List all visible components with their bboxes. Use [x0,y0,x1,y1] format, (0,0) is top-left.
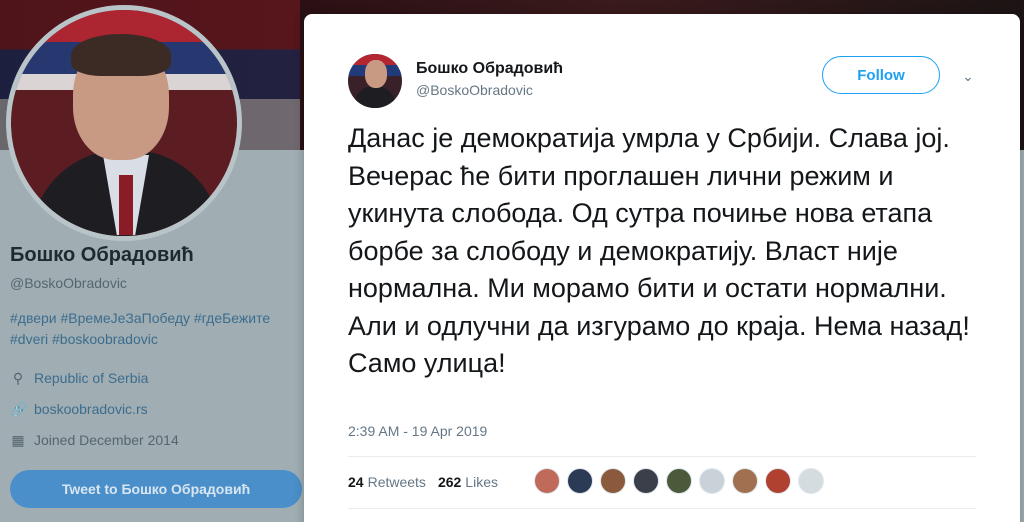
liker-avatar[interactable] [666,468,692,494]
liker-avatar[interactable] [732,468,758,494]
retweets-stat[interactable]: 24 Retweets [348,474,426,490]
liker-avatar[interactable] [567,468,593,494]
hashtags-line[interactable]: #dveri #boskoobradovic [10,329,300,350]
avatar-tie [119,175,133,235]
tweet-modal: Бошко Обрадовић @BoskoObradovic Follow ⌄… [304,14,1020,522]
likes-count: 262 [437,474,462,490]
retweets-count: 24 [348,474,364,490]
liker-avatar[interactable] [798,468,824,494]
liker-avatar[interactable] [633,468,659,494]
liker-avatar[interactable] [699,468,725,494]
tweet-author-name[interactable]: Бошко Обрадовић [416,60,563,78]
profile-handle: @BoskoObradovic [10,275,127,291]
website-link[interactable]: boskoobradovic.rs [34,401,148,417]
liker-avatars [534,468,831,494]
link-icon: 🔗 [10,401,28,417]
joined-text: Joined December 2014 [34,432,179,448]
liker-avatar[interactable] [765,468,791,494]
calendar-icon: ▦ [11,432,25,448]
profile-bio-hashtags: #двери #ВремеЈеЗаПобеду #гдеБежите #dver… [10,308,300,350]
hashtags-line[interactable]: #двери #ВремеЈеЗаПобеду #гдеБежите [10,308,300,329]
retweets-label: Retweets [367,474,426,490]
avatar-face [365,60,387,88]
location-text[interactable]: Republic of Serbia [34,370,148,386]
profile-joined: ▦ Joined December 2014 [10,432,179,448]
liker-avatar[interactable] [534,468,560,494]
divider [348,508,976,509]
tweet-text: Данас је демократија умрла у Србији. Сла… [348,123,970,378]
tweet-author-handle[interactable]: @BoskoObradovic [416,82,533,98]
tweet-to-button[interactable]: Tweet to Бошко Обрадовић [10,470,302,508]
avatar-hair [71,34,171,76]
chevron-down-icon[interactable]: ⌄ [960,68,976,84]
profile-avatar[interactable] [6,5,242,241]
divider [348,456,976,457]
profile-location[interactable]: ⚲ Republic of Serbia [10,370,149,386]
follow-button[interactable]: Follow [822,56,940,94]
liker-avatar[interactable] [600,468,626,494]
tweet-author-avatar[interactable] [348,54,402,108]
tweet-timestamp[interactable]: 2:39 AM - 19 Apr 2019 [348,423,487,439]
profile-website[interactable]: 🔗 boskoobradovic.rs [10,401,148,417]
avatar-suit [354,86,396,108]
likes-stat[interactable]: 262 Likes [438,474,498,490]
tweet-stats: 24 Retweets 262 Likes [348,474,510,490]
profile-name[interactable]: Бошко Обрадовић [10,244,194,267]
location-pin-icon: ⚲ [12,370,24,386]
likes-label: Likes [465,474,498,490]
